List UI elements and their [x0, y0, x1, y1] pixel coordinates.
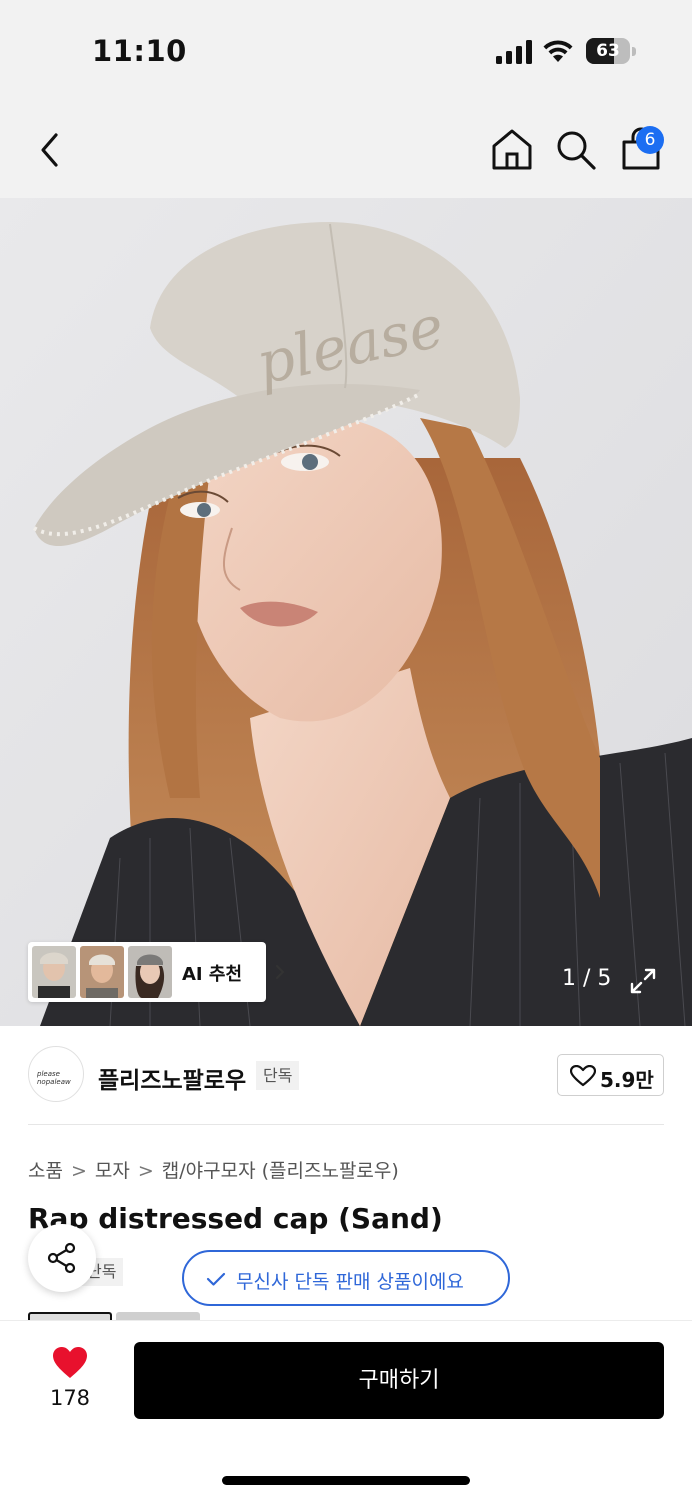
product-title: Rap distressed cap (Sand)	[28, 1202, 443, 1235]
ai-thumbnail	[80, 946, 124, 998]
breadcrumb-item[interactable]: 캡/야구모자 (플리즈노팔로우)	[162, 1160, 399, 1182]
share-button[interactable]	[28, 1224, 96, 1292]
breadcrumb-item[interactable]: 소품	[28, 1160, 63, 1182]
check-icon	[206, 1272, 226, 1286]
ai-recommendation-label: AI 추천	[182, 964, 243, 985]
exclusive-notice-text: 무신사 단독 판매 상품이에요	[236, 1271, 464, 1293]
brand-name[interactable]: 플리즈노팔로우	[98, 1061, 246, 1095]
exclusive-notice-button[interactable]: 무신사 단독 판매 상품이에요	[182, 1250, 510, 1306]
back-arrow-icon[interactable]	[30, 130, 70, 170]
chevron-right-icon	[276, 965, 285, 979]
brand-like-count: 5.9만	[600, 1068, 654, 1092]
breadcrumb-item[interactable]: 모자	[95, 1160, 130, 1182]
brand-logo[interactable]: please nopaleaw	[28, 1046, 84, 1102]
brand-logo-text: please nopaleaw	[37, 1070, 71, 1086]
product-image[interactable]: please	[0, 198, 692, 1026]
chevron-right-icon: >	[137, 1160, 154, 1182]
cart-count-badge: 6	[636, 126, 664, 154]
breadcrumb: 소품 > 모자 > 캡/야구모자 (플리즈노팔로우)	[28, 1156, 399, 1183]
expand-icon[interactable]	[628, 966, 658, 996]
wifi-icon	[543, 40, 573, 62]
nav-bar	[0, 100, 692, 198]
share-icon	[47, 1242, 76, 1274]
wish-count: 178	[49, 1386, 91, 1410]
ai-thumbnail	[32, 946, 76, 998]
buy-button[interactable]: 구매하기	[134, 1342, 664, 1419]
chevron-right-icon: >	[70, 1160, 87, 1182]
exclusive-tag: 단독	[256, 1061, 300, 1090]
model-photo: please	[0, 198, 692, 1026]
signal-icon	[496, 40, 532, 64]
ai-recommendation-button[interactable]: AI 추천	[28, 942, 285, 1002]
home-indicator	[222, 1476, 470, 1485]
status-bar: 11:10 63	[0, 0, 692, 100]
brand-like-button[interactable]: 5.9만	[557, 1054, 664, 1096]
battery-level: 63	[596, 41, 620, 61]
image-counter: 1 / 5	[562, 966, 612, 991]
ai-thumbnail	[128, 946, 172, 998]
search-icon[interactable]	[554, 128, 598, 172]
battery-icon: 63	[586, 38, 636, 64]
heart-filled-icon[interactable]	[52, 1346, 88, 1380]
heart-outline-icon	[570, 1065, 596, 1087]
home-icon[interactable]	[490, 126, 534, 172]
divider	[28, 1124, 664, 1125]
status-time: 11:10	[92, 34, 187, 68]
